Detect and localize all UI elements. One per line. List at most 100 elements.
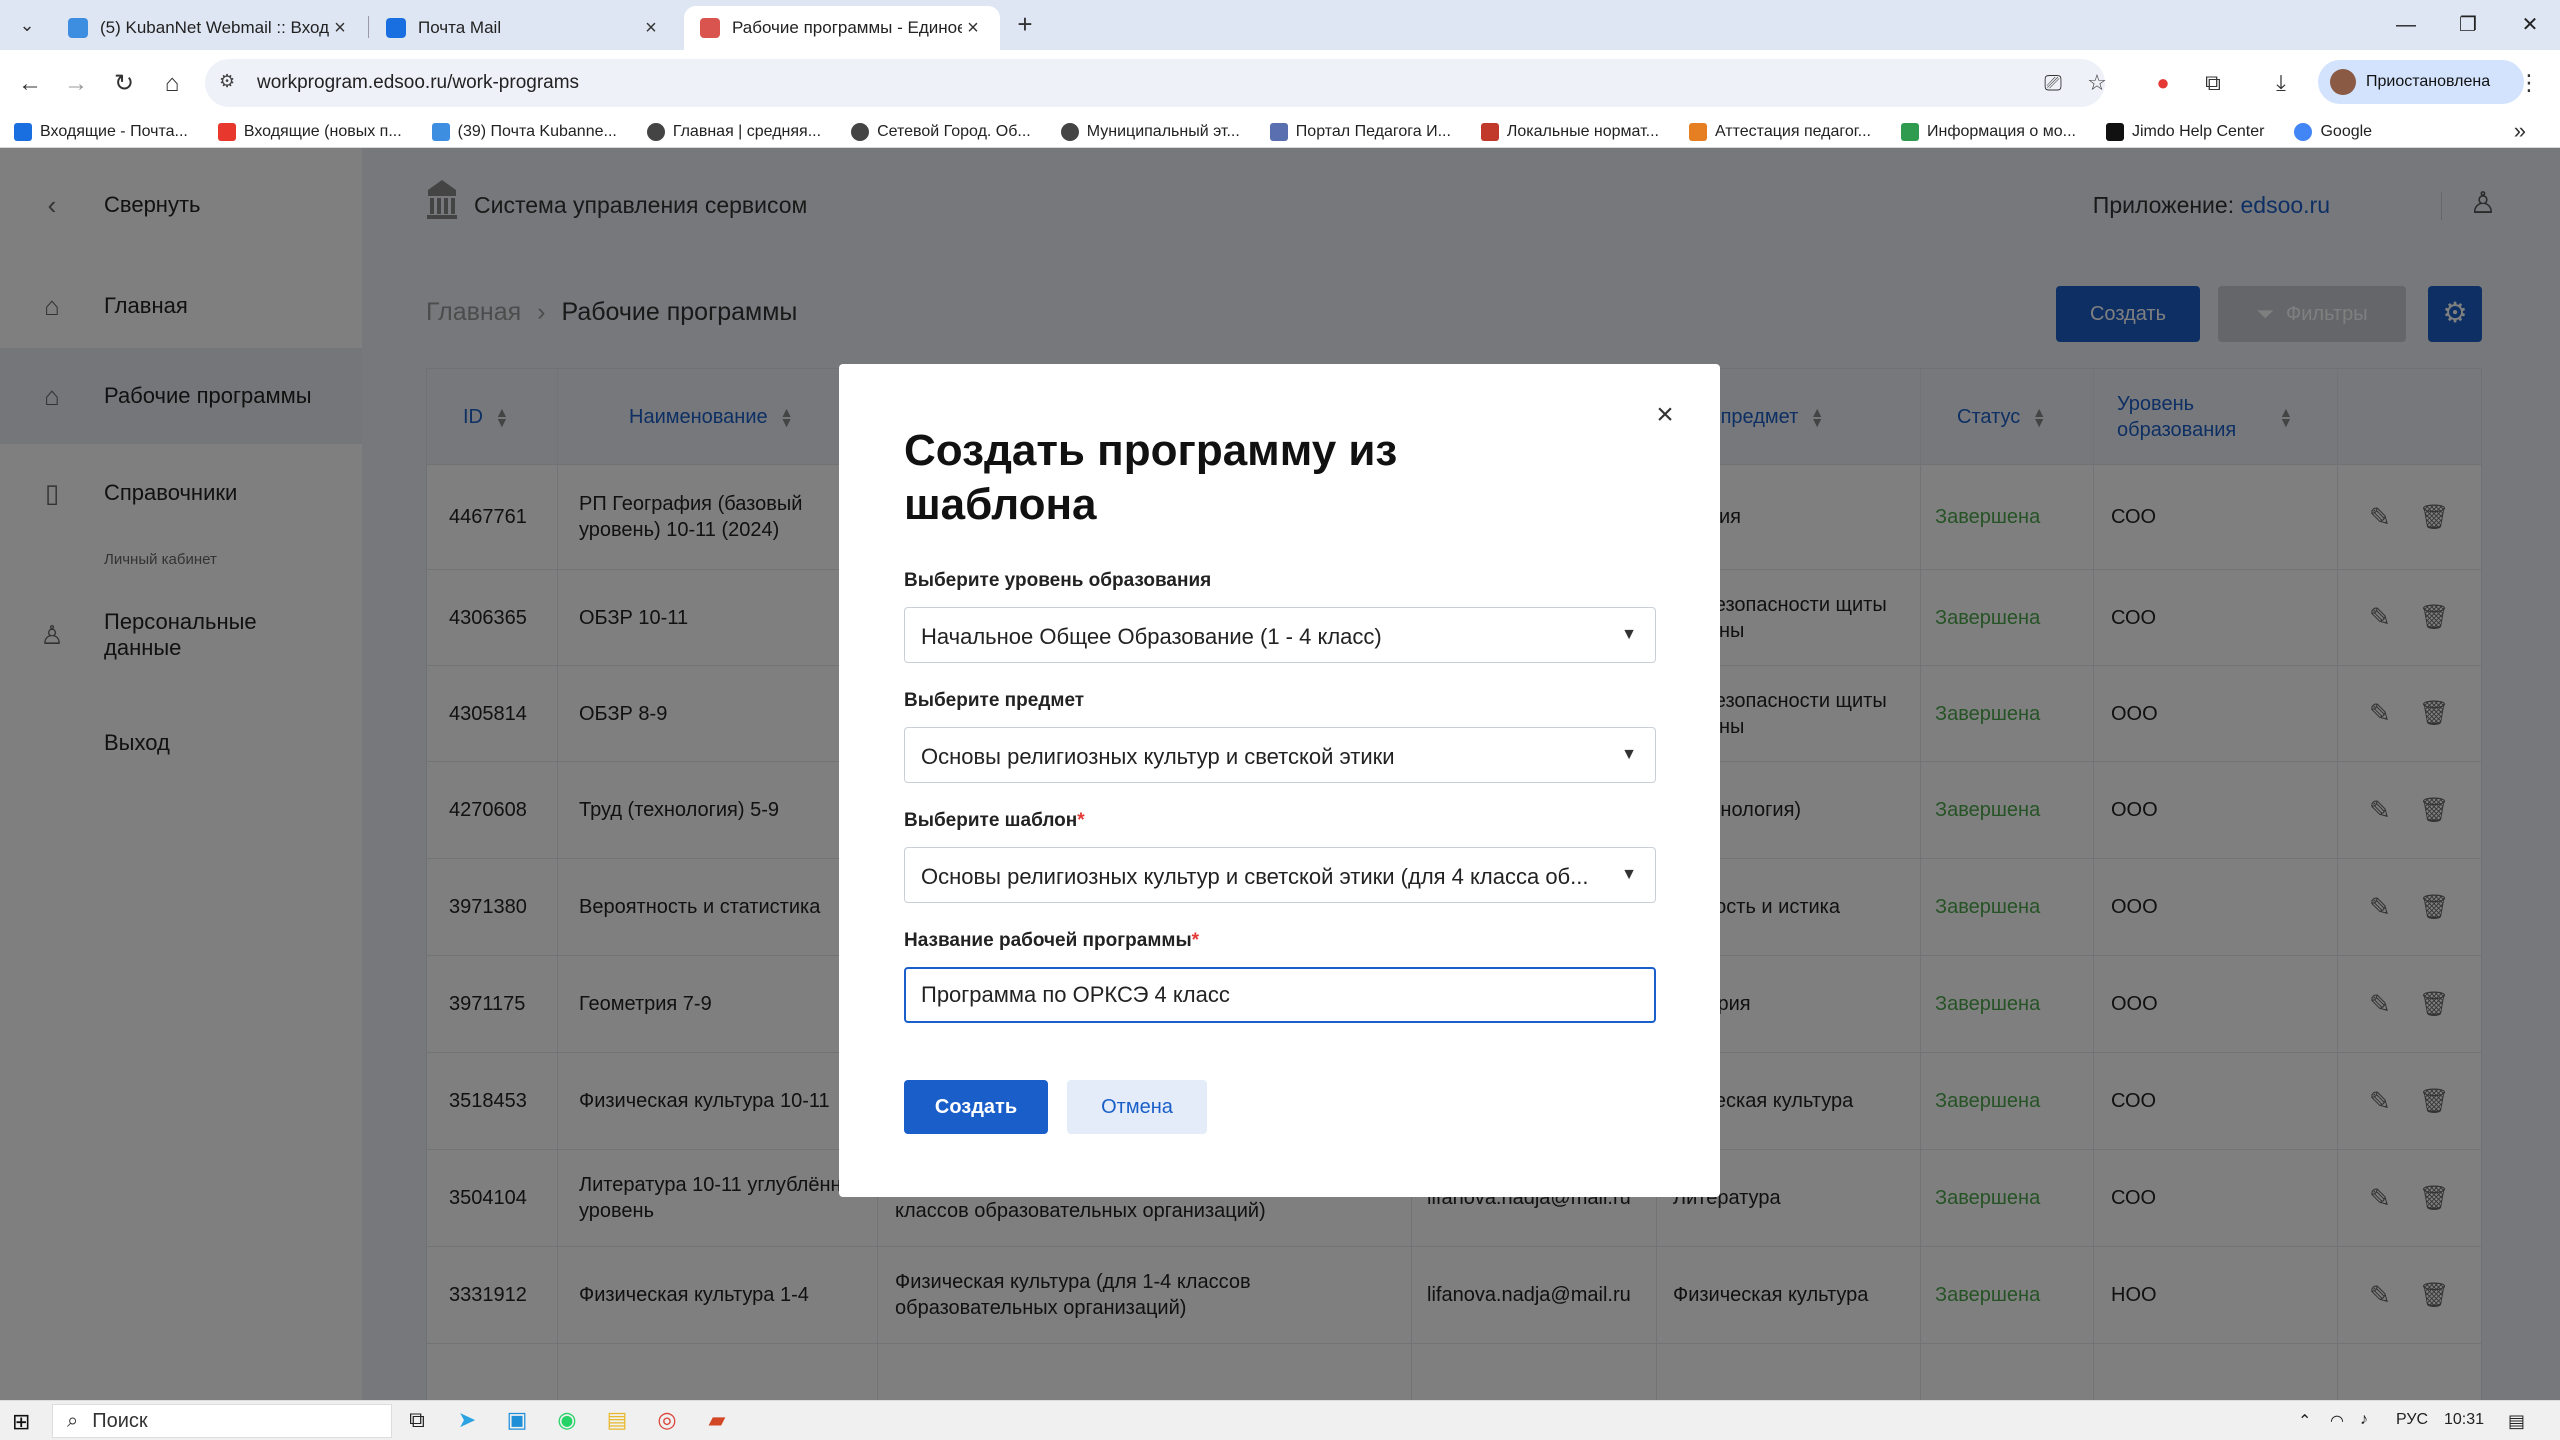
telegram-icon[interactable]: ➤ (452, 1407, 482, 1435)
jimdo-icon (2105, 122, 2124, 141)
bookmark-item[interactable]: (39) Почта Kubanne... (431, 122, 617, 141)
browser-menu-icon[interactable]: ⋮ (2512, 66, 2546, 100)
bookmark-label: Главная | средняя... (672, 122, 822, 140)
store-icon[interactable]: ▣ (502, 1407, 532, 1435)
globe-icon (646, 122, 665, 141)
bookmark-item[interactable]: Главная | средняя... (646, 122, 822, 141)
back-icon[interactable]: ← (12, 66, 48, 102)
close-tab-icon[interactable]: × (962, 17, 984, 40)
dialog-cancel-button[interactable]: Отмена (1067, 1080, 1207, 1134)
info-icon (1900, 122, 1919, 141)
bookmark-label: Входящие - Почта... (40, 122, 188, 140)
program-name-label: Название рабочей программы* (904, 930, 1200, 951)
mail-icon (14, 122, 32, 141)
extension-icon[interactable]: ● (2146, 66, 2180, 100)
language-indicator[interactable]: РУС (2396, 1411, 2428, 1429)
profile-label: Приостановлена (2366, 73, 2491, 90)
close-icon[interactable]: × (1650, 400, 1680, 430)
browser-tab-kubannet[interactable]: (5) KubanNet Webmail :: Входя × (52, 6, 367, 50)
bookmark-label: Муниципальный эт... (1086, 122, 1240, 140)
new-tab-icon[interactable]: + (1010, 10, 1040, 40)
attestation-icon (1688, 122, 1707, 141)
template-label: Выберите шаблон* (904, 810, 1085, 831)
template-value: Основы религиозных культур и светской эт… (921, 864, 1589, 889)
bookmark-item[interactable]: Аттестация педагог... (1688, 122, 1871, 141)
kubannet-favicon-icon (68, 18, 88, 38)
bookmark-item[interactable]: Муниципальный эт... (1060, 122, 1240, 141)
whatsapp-icon[interactable]: ◉ (552, 1407, 582, 1435)
portal-icon (1269, 122, 1288, 141)
bookmark-item[interactable]: Jimdo Help Center (2105, 122, 2264, 141)
site-settings-icon[interactable]: ⚙ (219, 71, 235, 92)
bookmark-item[interactable]: Локальные нормат... (1480, 122, 1659, 141)
subject-label: Выберите предмет (904, 690, 1085, 711)
extensions-puzzle-icon[interactable]: ⧉ (2196, 66, 2230, 100)
tab-search-icon[interactable]: ⌄ (12, 12, 42, 38)
minimize-icon[interactable]: — (2376, 8, 2436, 42)
forward-icon[interactable]: → (58, 66, 94, 102)
globe-icon (1060, 122, 1079, 141)
chrome-icon[interactable]: ◎ (652, 1407, 682, 1435)
kubannet-icon (431, 122, 450, 141)
browser-tab-pochta-mail[interactable]: Почта Mail × (370, 6, 678, 50)
chevron-down-icon: ▼ (1621, 866, 1637, 883)
downloads-icon[interactable]: ⤓ (2264, 66, 2298, 100)
close-tab-icon[interactable]: × (640, 17, 662, 40)
bookmark-item[interactable]: Информация о мо... (1900, 122, 2076, 141)
globe-icon (851, 122, 870, 141)
gmail-icon (217, 122, 236, 141)
taskbar-search[interactable]: ⌕ Поиск (52, 1404, 392, 1438)
more-bookmarks-icon[interactable]: » (2514, 118, 2526, 144)
powerpoint-icon[interactable]: ▰ (702, 1407, 732, 1435)
avatar (2330, 69, 2356, 95)
mail-favicon-icon (386, 18, 406, 38)
bookmark-item[interactable]: Портал Педагога И... (1269, 122, 1451, 141)
close-window-icon[interactable]: ✕ (2500, 8, 2560, 42)
volume-icon[interactable]: ♪ (2360, 1411, 2368, 1429)
bookmark-item[interactable]: Google (2294, 122, 2372, 141)
home-icon[interactable]: ⌂ (154, 66, 190, 102)
clock[interactable]: 10:31 (2444, 1411, 2484, 1429)
chevron-down-icon: ▼ (1621, 626, 1637, 643)
task-view-icon[interactable]: ⧉ (402, 1407, 432, 1435)
close-tab-icon[interactable]: × (329, 17, 351, 40)
tab-title: (5) KubanNet Webmail :: Входя (100, 18, 329, 37)
bookmark-label: Локальные нормат... (1506, 122, 1659, 140)
taskbar-search-label: Поиск (92, 1409, 148, 1432)
network-icon[interactable]: ◠ (2330, 1411, 2344, 1431)
google-icon (2294, 122, 2313, 141)
template-select[interactable]: Основы религиозных культур и светской эт… (904, 847, 1656, 903)
reload-icon[interactable]: ↻ (106, 66, 142, 102)
dialog-create-button[interactable]: Создать (904, 1080, 1048, 1134)
tab-title: Почта Mail (418, 18, 502, 37)
subject-value: Основы религиозных культур и светской эт… (921, 744, 1395, 769)
document-icon (1480, 122, 1499, 141)
bookmark-label: Входящие (новых п... (243, 122, 402, 140)
file-explorer-icon[interactable]: ▤ (602, 1407, 632, 1435)
windows-start-icon[interactable]: ⊞ (12, 1409, 30, 1435)
url-text[interactable]: workprogram.edsoo.ru/work-programs (257, 72, 579, 94)
windows-taskbar: ⊞ ⌕ Поиск ⧉ ➤ ▣ ◉ ▤ ◎ ▰ ⌃ ◠ ♪ РУС 10:31 … (0, 1400, 2560, 1440)
tray-chevron-icon[interactable]: ⌃ (2298, 1411, 2311, 1431)
restore-icon[interactable]: ❐ (2438, 8, 2498, 42)
education-level-select[interactable]: Начальное Общее Образование (1 - 4 класс… (904, 607, 1656, 663)
dialog-title: Создать программу из шаблона (904, 426, 1398, 529)
bookmark-item[interactable]: Входящие - Почта... (14, 122, 188, 141)
program-name-input[interactable] (904, 967, 1656, 1023)
address-bar[interactable]: ⚙ workprogram.edsoo.ru/work-programs (205, 59, 2105, 107)
required-mark: * (1077, 810, 1085, 831)
bookmark-star-icon[interactable]: ☆ (2080, 66, 2114, 100)
bookmarks-bar: Входящие - Почта... Входящие (новых п...… (0, 116, 2560, 148)
education-level-label: Выберите уровень образования (904, 570, 1212, 591)
bookmark-item[interactable]: Сетевой Город. Об... (851, 122, 1031, 141)
bookmark-item[interactable]: Входящие (новых п... (217, 122, 402, 141)
install-app-icon[interactable]: ⎚ (2036, 66, 2070, 100)
browser-tab-bar: ⌄ (5) KubanNet Webmail :: Входя × Почта … (0, 0, 2560, 50)
search-icon: ⌕ (67, 1409, 79, 1432)
edsoo-favicon-icon (700, 18, 720, 38)
browser-tab-work-programs[interactable]: Рабочие программы - Единое × (684, 6, 1000, 50)
profile-button[interactable]: Приостановлена (2318, 60, 2524, 104)
notifications-icon[interactable]: ▤ (2508, 1411, 2525, 1432)
tab-title: Рабочие программы - Единое (732, 18, 962, 37)
subject-select[interactable]: Основы религиозных культур и светской эт… (904, 727, 1656, 783)
